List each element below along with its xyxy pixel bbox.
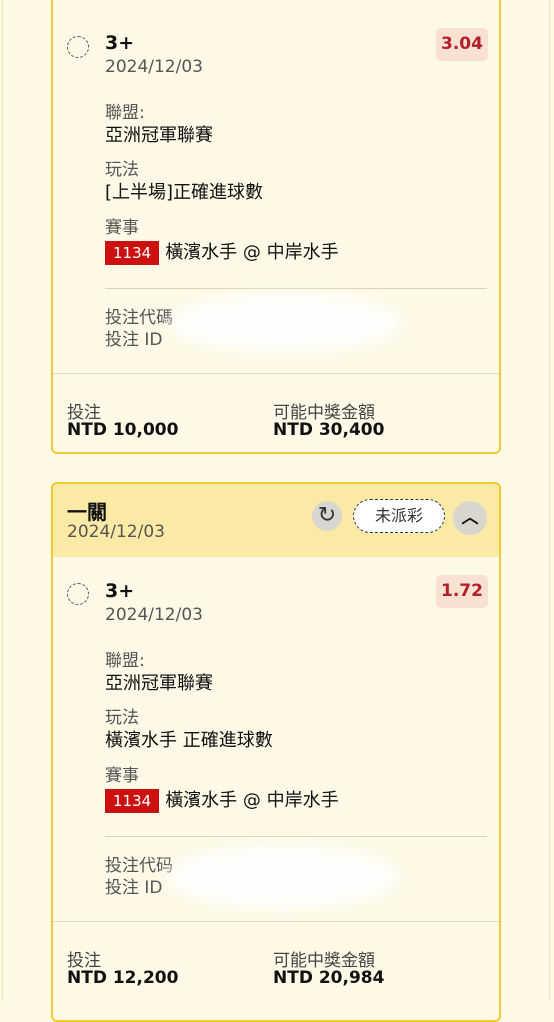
selection-circle-icon[interactable]: [67, 36, 89, 58]
divider: [105, 288, 487, 289]
odds-badge: 1.72: [436, 575, 488, 608]
divider: [105, 836, 487, 837]
leg-date: 2024/12/03: [105, 605, 203, 625]
market-label: 玩法: [105, 160, 139, 180]
odds-badge: 3.04: [436, 28, 488, 61]
stake-value: NTD 10,000: [67, 420, 179, 440]
bet-type-title: 一關: [67, 500, 107, 524]
league-label: 聯盟:: [105, 651, 145, 671]
market-value: [上半場]正確進球數: [105, 182, 264, 203]
bet-id-label: 投注 ID: [105, 878, 163, 898]
event-label: 賽事: [105, 766, 139, 786]
event-label: 賽事: [105, 218, 139, 238]
selection-circle-icon[interactable]: [67, 583, 89, 605]
bet-card: 一關 2024/12/03 ↻ 未派彩 ︿ 3+ 2024/12/03 1.72…: [51, 482, 501, 1022]
left-edge-line: [2, 0, 3, 1000]
payout-value: NTD 30,400: [273, 420, 385, 440]
league-value: 亞洲冠軍聯賽: [105, 125, 213, 146]
event-value: 1134 橫濱水手 @ 中岸水手: [105, 786, 339, 813]
match-number-badge: 1134: [105, 789, 160, 813]
leg-title: 3+: [105, 32, 135, 54]
status-badge: 未派彩: [353, 499, 445, 533]
payout-value: NTD 20,984: [273, 968, 385, 988]
bet-id-label: 投注 ID: [105, 330, 163, 350]
divider: [53, 373, 499, 374]
stake-value: NTD 12,200: [67, 968, 179, 988]
bet-date: 2024/12/03: [67, 522, 165, 542]
market-label: 玩法: [105, 708, 139, 728]
redacted-area: [168, 846, 398, 908]
match-name: 橫濱水手 @ 中岸水手: [165, 242, 339, 263]
match-number-badge: 1134: [105, 241, 160, 265]
chevron-up-icon[interactable]: ︿: [453, 501, 487, 535]
refresh-icon[interactable]: ↻: [312, 501, 342, 531]
redacted-area: [171, 294, 401, 352]
league-value: 亞洲冠軍聯賽: [105, 673, 213, 694]
leg-title: 3+: [105, 580, 135, 602]
divider: [53, 921, 499, 922]
bet-code-label: 投注代码: [105, 856, 173, 876]
league-label: 聯盟:: [105, 103, 145, 123]
leg-date: 2024/12/03: [105, 57, 203, 77]
bet-code-label: 投注代碼: [105, 308, 173, 328]
event-value: 1134 橫濱水手 @ 中岸水手: [105, 238, 339, 265]
card-header: 一關 2024/12/03 ↻ 未派彩 ︿: [53, 484, 499, 557]
right-edge-line: [549, 0, 550, 1000]
bet-card: 3+ 2024/12/03 3.04 聯盟: 亞洲冠軍聯賽 玩法 [上半場]正確…: [51, 0, 501, 454]
market-value: 橫濱水手 正確進球數: [105, 730, 273, 751]
match-name: 橫濱水手 @ 中岸水手: [165, 790, 339, 811]
